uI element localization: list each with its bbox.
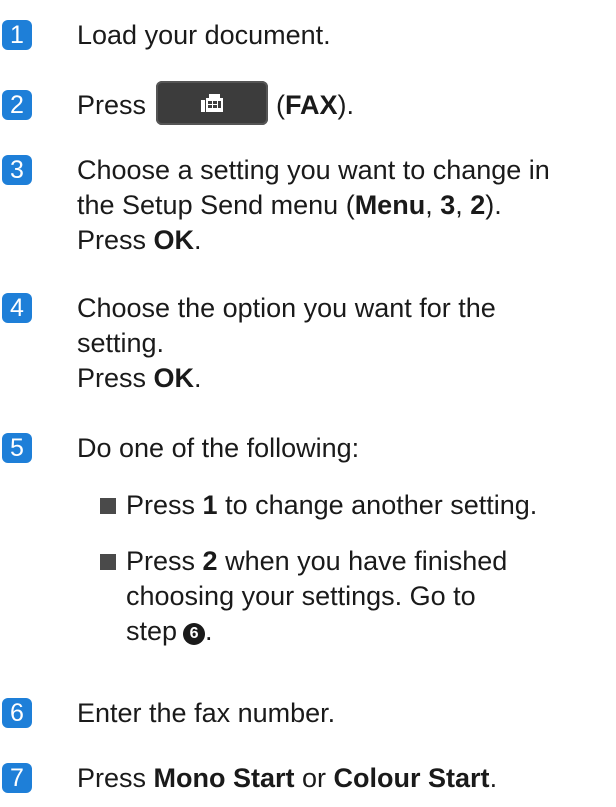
press-label: Press (77, 90, 147, 120)
step-5-text: Do one of the following: (77, 433, 360, 463)
step-number-2: 2 (2, 90, 32, 120)
step-6-text: Enter the fax number. (77, 698, 336, 728)
step-number-1: 1 (2, 20, 32, 50)
step-number-6: 6 (2, 698, 32, 728)
step-number-7: 7 (2, 763, 32, 793)
step-number-3: 3 (2, 155, 32, 185)
bullet-square-icon (100, 498, 116, 514)
fax-button[interactable] (156, 80, 269, 125)
mono-start-label: Mono Start (153, 763, 295, 793)
step-6-ref-icon: 6 (183, 623, 206, 645)
step-number-5: 5 (2, 433, 32, 463)
fax-label: FAX (285, 90, 338, 120)
colour-start-label: Colour Start (333, 763, 490, 793)
bullet-square-icon (100, 554, 116, 570)
step-number-4: 4 (2, 293, 32, 323)
step-1-text: Load your document. (77, 20, 331, 50)
fax-icon (201, 93, 224, 112)
